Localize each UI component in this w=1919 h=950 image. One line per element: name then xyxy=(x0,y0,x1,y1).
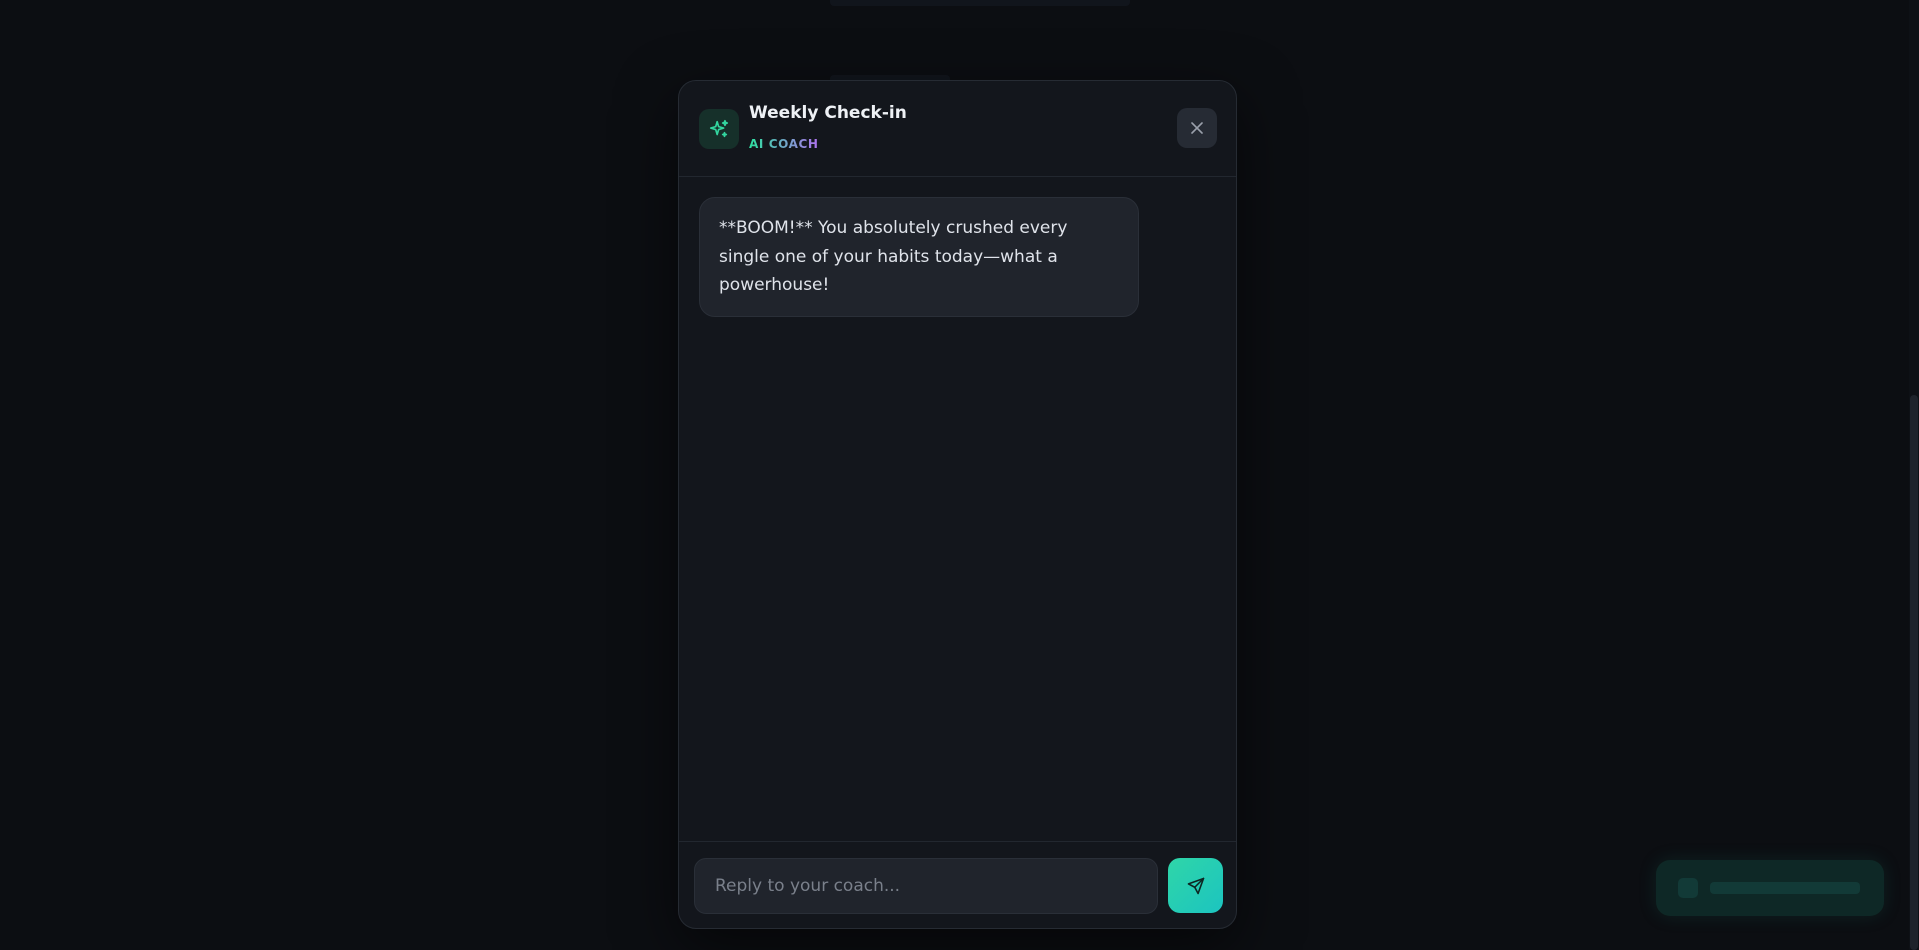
message-list: **BOOM!** You absolutely crushed every s… xyxy=(679,177,1236,921)
modal-header: Weekly Check-in AI COACH xyxy=(679,81,1236,177)
check-in-modal: Weekly Check-in AI COACH **BOOM!** You a… xyxy=(678,80,1237,929)
close-icon xyxy=(1191,122,1203,134)
modal-title: Weekly Check-in xyxy=(749,103,907,123)
sparkles-icon xyxy=(699,109,739,149)
weekly-check-in-fab xyxy=(1656,860,1884,916)
modal-subtitle: AI COACH xyxy=(749,137,819,151)
page-scrollbar[interactable] xyxy=(1909,0,1919,950)
reply-input[interactable] xyxy=(694,858,1158,914)
coach-message: **BOOM!** You absolutely crushed every s… xyxy=(699,197,1139,317)
scrollbar-thumb[interactable] xyxy=(1910,395,1918,950)
send-icon xyxy=(1187,877,1204,894)
sparkles-icon xyxy=(1678,878,1698,898)
reply-composer xyxy=(679,841,1236,928)
send-button[interactable] xyxy=(1168,858,1223,913)
close-button[interactable] xyxy=(1177,108,1217,148)
